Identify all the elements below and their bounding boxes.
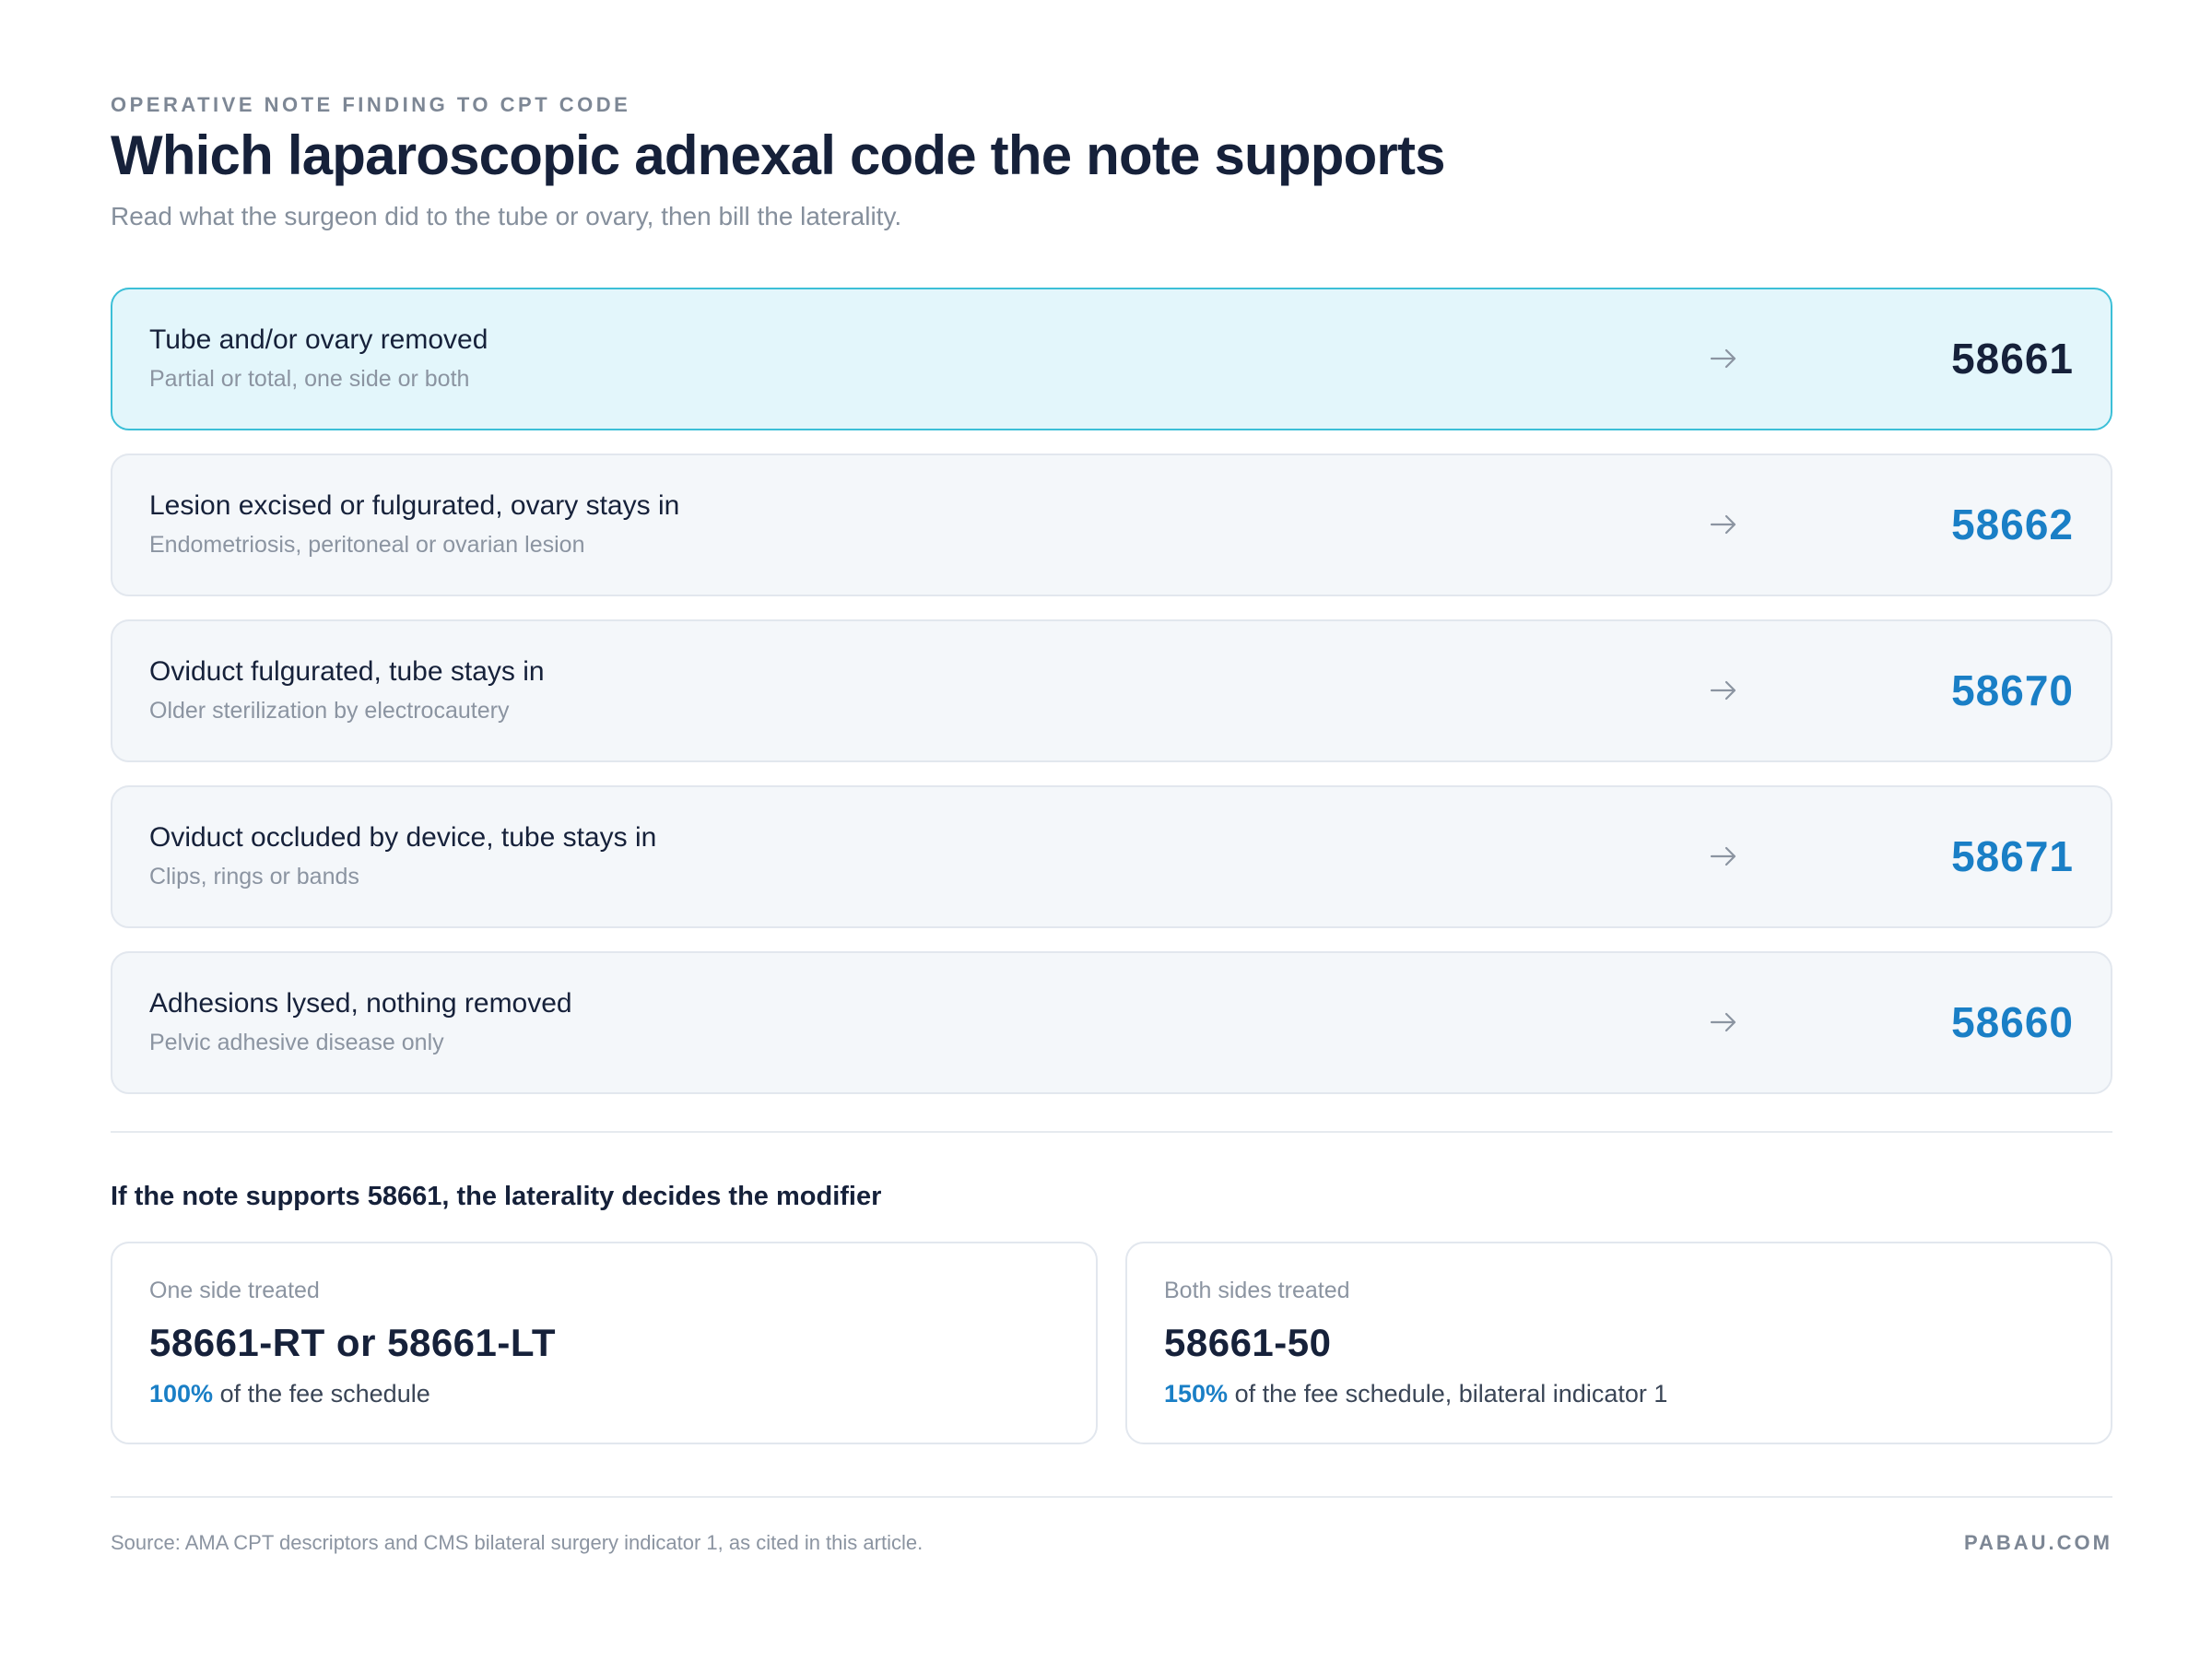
finding-text: Oviduct fulgurated, tube stays in Older … [149,654,545,724]
cpt-code: 58661 [1951,335,2074,383]
finding-label: Tube and/or ovary removed [149,324,488,355]
card-code: 58661-RT or 58661-LT [149,1321,557,1364]
brand-label: PABAU.COM [1963,1531,2112,1554]
finding-text: Lesion excised or fulgurated, ovary stay… [149,489,679,559]
finding-row-58661: Tube and/or ovary removed Partial or tot… [111,288,2112,430]
card-description: 100% of the fee schedule [149,1378,1059,1409]
arrow-right-icon [1710,348,1736,369]
arrow-right-icon [1710,1012,1736,1032]
cpt-code: 58662 [1951,501,2074,548]
finding-detail: Clips, rings or bands [149,864,359,889]
modifier-heading: If the note supports 58661, the laterali… [111,1182,882,1211]
finding-row-58671: Oviduct occluded by device, tube stays i… [111,785,2112,928]
finding-label: Oviduct occluded by device, tube stays i… [149,822,657,853]
modifier-cards: One side treated 58661-RT or 58661-LT 10… [111,1242,2112,1444]
finding-text: Oviduct occluded by device, tube stays i… [149,820,656,890]
finding-text: Adhesions lysed, nothing removed Pelvic … [149,986,572,1056]
card-code: 58661-50 [1164,1321,1332,1364]
modifier-card-unilateral: One side treated 58661-RT or 58661-LT 10… [111,1242,1098,1444]
arrow-right-icon [1710,680,1736,701]
arrow-right-icon [1710,514,1736,535]
section-divider [111,1131,2112,1133]
footer: Source: AMA CPT descriptors and CMS bila… [111,1531,2112,1555]
finding-label: Lesion excised or fulgurated, ovary stay… [149,490,680,521]
arrow-right-icon [1710,846,1736,866]
card-description: 150% of the fee schedule, bilateral indi… [1164,1378,2074,1409]
finding-detail: Pelvic adhesive disease only [149,1030,444,1055]
source-note: Source: AMA CPT descriptors and CMS bila… [111,1531,924,1554]
cpt-code: 58660 [1951,998,2074,1046]
finding-detail: Partial or total, one side or both [149,366,470,392]
finding-row-58660: Adhesions lysed, nothing removed Pelvic … [111,951,2112,1094]
eyebrow: OPERATIVE NOTE FINDING TO CPT CODE [111,93,631,116]
page-subtitle: Read what the surgeon did to the tube or… [111,202,902,230]
footer-divider [111,1496,2112,1498]
fee-percentage: 150% [1164,1380,1229,1408]
card-label: One side treated [149,1278,320,1303]
infographic: OPERATIVE NOTE FINDING TO CPT CODE Which… [111,92,2112,1555]
cpt-code: 58670 [1951,666,2074,714]
finding-list: Tube and/or ovary removed Partial or tot… [111,288,2112,1094]
fee-description: of the fee schedule [213,1380,430,1408]
finding-row-58670: Oviduct fulgurated, tube stays in Older … [111,619,2112,762]
finding-row-58662: Lesion excised or fulgurated, ovary stay… [111,454,2112,596]
card-label: Both sides treated [1164,1278,1350,1303]
finding-label: Adhesions lysed, nothing removed [149,988,572,1019]
finding-text: Tube and/or ovary removed Partial or tot… [149,323,488,393]
finding-detail: Endometriosis, peritoneal or ovarian les… [149,532,585,558]
modifier-card-bilateral: Both sides treated 58661-50 150% of the … [1125,1242,2112,1444]
cpt-code: 58671 [1951,832,2074,880]
fee-percentage: 100% [149,1380,214,1408]
fee-description: of the fee schedule, bilateral indicator… [1228,1380,1668,1408]
finding-label: Oviduct fulgurated, tube stays in [149,656,545,687]
page-title: Which laparoscopic adnexal code the note… [111,124,1446,186]
finding-detail: Older sterilization by electrocautery [149,698,510,724]
